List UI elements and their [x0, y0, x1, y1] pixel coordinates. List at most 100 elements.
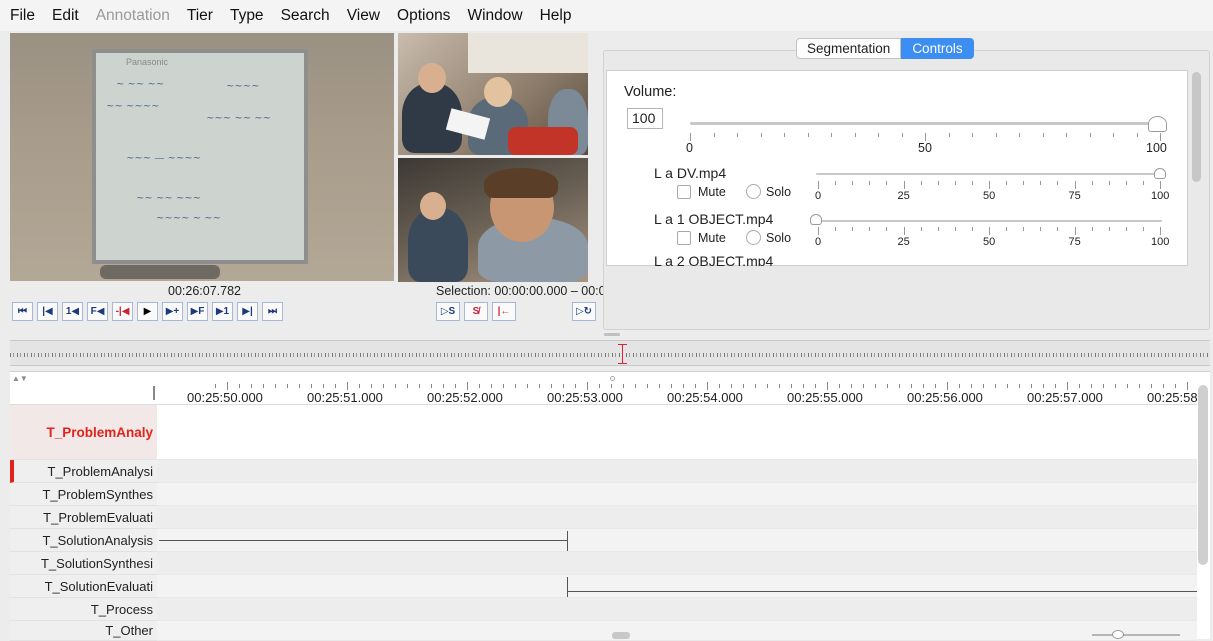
previous-annotation-button[interactable]: -|◀ — [112, 302, 133, 321]
ruler-tick — [551, 384, 552, 388]
selection-to-begin-button[interactable]: |← — [492, 302, 516, 321]
ruler-tick — [815, 384, 816, 388]
tier-row[interactable] — [157, 598, 1197, 621]
tier-row[interactable] — [157, 405, 1197, 460]
play-selection-button[interactable]: ▷S — [436, 302, 460, 321]
ruler-tick — [767, 384, 768, 388]
solo-label: Solo — [766, 185, 792, 199]
tier-name[interactable]: T_Other — [10, 621, 157, 641]
scale-tick — [1136, 133, 1138, 137]
tier-row[interactable] — [157, 552, 1197, 575]
volume-field[interactable]: 100 — [627, 108, 663, 129]
overview-cursor[interactable] — [618, 344, 627, 364]
previous-block-button[interactable]: |◀ — [37, 302, 58, 321]
play-button[interactable]: ▶ — [137, 302, 158, 321]
ruler-tick — [971, 384, 972, 388]
one-pixel-forward-button[interactable]: ▶1 — [212, 302, 233, 321]
controls-scrollbar[interactable] — [1192, 72, 1201, 182]
tier-name-resize-handle[interactable] — [153, 386, 155, 400]
ruler-tick — [1031, 384, 1032, 388]
scale-tick — [1125, 227, 1127, 231]
scale-tick — [972, 133, 973, 137]
menu-view[interactable]: View — [347, 7, 380, 25]
loop-mode-button[interactable]: ▷↻ — [572, 302, 596, 321]
tier-name[interactable]: T_SolutionEvaluati — [10, 575, 157, 598]
ruler-tick — [1175, 384, 1176, 388]
ruler-tick — [911, 384, 912, 388]
tier-row[interactable] — [157, 460, 1197, 483]
tab-controls[interactable]: Controls — [901, 38, 974, 59]
menu-type[interactable]: Type — [230, 7, 264, 25]
ruler-tick — [383, 384, 384, 388]
tier-name[interactable]: T_ProblemAnaly — [10, 405, 157, 460]
ruler-time-label: 00:25:54.000 — [667, 390, 743, 404]
menu-tier[interactable]: Tier — [187, 7, 213, 25]
menu-edit[interactable]: Edit — [52, 7, 79, 25]
tier-name[interactable]: T_ProblemEvaluati — [10, 506, 157, 529]
zoom-slider[interactable] — [1092, 634, 1180, 636]
tier-name[interactable]: T_ProblemAnalysi — [10, 460, 157, 483]
tier-row[interactable] — [157, 506, 1197, 529]
crosshair-marker — [610, 376, 615, 381]
tier-row[interactable] — [157, 621, 1197, 641]
scale-tick — [737, 133, 738, 137]
media-volume-slider[interactable] — [816, 173, 1162, 175]
tier-name[interactable]: T_SolutionAnalysis — [10, 529, 157, 552]
media-volume-thumb[interactable] — [1154, 168, 1166, 179]
next-annotation-button[interactable]: ▶+ — [162, 302, 183, 321]
sort-arrows-icon[interactable]: ▲▼ — [12, 374, 28, 383]
volume-slider-thumb[interactable] — [1148, 116, 1167, 132]
menu-file[interactable]: File — [10, 7, 35, 25]
timeline-overview[interactable] — [10, 340, 1210, 366]
scale-tick — [878, 133, 879, 137]
tier-name[interactable]: T_SolutionSynthesi — [10, 552, 157, 575]
scale-tick — [1108, 227, 1110, 231]
tier-name[interactable]: T_Process — [10, 598, 157, 621]
menu-help[interactable]: Help — [540, 7, 572, 25]
ruler-tick — [395, 384, 396, 388]
timeline-horizontal-scrollbar[interactable] — [612, 632, 630, 639]
ruler-tick — [659, 384, 660, 388]
split-pane-divider[interactable] — [604, 333, 620, 336]
menu-search[interactable]: Search — [281, 7, 330, 25]
whiteboard-tray — [100, 265, 220, 279]
play-icon: ▶ — [143, 306, 152, 317]
video-viewer-group-2[interactable] — [398, 158, 588, 282]
tier-row[interactable] — [157, 575, 1197, 598]
timeline-vertical-scrollbar[interactable] — [1198, 385, 1208, 565]
go-to-end-button[interactable]: ⏭ — [262, 302, 283, 321]
menu-window[interactable]: Window — [467, 7, 522, 25]
go-to-begin-button[interactable]: ⏮ — [12, 302, 33, 321]
mute-checkbox[interactable] — [677, 185, 691, 199]
one-pixel-back-button[interactable]: 1◀ — [62, 302, 83, 321]
tier-name[interactable]: T_ProblemSynthes — [10, 483, 157, 506]
scale-tick — [954, 227, 956, 231]
ruler-tick — [503, 384, 504, 388]
person-image — [484, 77, 512, 107]
menu-options[interactable]: Options — [397, 7, 450, 25]
media-volume-slider[interactable] — [816, 220, 1162, 222]
solo-radio[interactable] — [746, 230, 761, 245]
frame-forward-button[interactable]: ▶F — [187, 302, 208, 321]
zoom-slider-thumb[interactable] — [1112, 630, 1124, 639]
ruler-tick — [995, 384, 996, 388]
scale-tick — [784, 133, 785, 137]
tier-row[interactable] — [157, 483, 1197, 506]
next-block-button[interactable]: ▶| — [237, 302, 258, 321]
mute-checkbox[interactable] — [677, 231, 691, 245]
volume-slider[interactable] — [690, 122, 1160, 125]
ruler-tick — [515, 384, 516, 388]
time-ruler[interactable]: 00:25:50.000 00:25:51.000 00:25:52.000 00:2… — [157, 372, 1197, 404]
ruler-tick — [443, 384, 444, 388]
solo-radio[interactable] — [746, 184, 761, 199]
video-viewer-group-1[interactable] — [398, 33, 588, 155]
media-volume-thumb[interactable] — [810, 214, 822, 225]
tab-segmentation[interactable]: Segmentation — [796, 38, 902, 59]
whiteboard-image: Panasonic ~ ~~ ~~ ~~~~ ~~ ~~~~ ~~~ ~~ ~~… — [92, 49, 308, 264]
menu-annotation[interactable]: Annotation — [96, 7, 170, 25]
annotation[interactable] — [159, 540, 567, 541]
frame-back-button[interactable]: F◀ — [87, 302, 108, 321]
video-viewer-whiteboard[interactable]: Panasonic ~ ~~ ~~ ~~~~ ~~ ~~~~ ~~~ ~~ ~~… — [10, 33, 394, 281]
annotation[interactable] — [567, 591, 1197, 592]
clear-selection-button[interactable]: S̸ — [464, 302, 488, 321]
